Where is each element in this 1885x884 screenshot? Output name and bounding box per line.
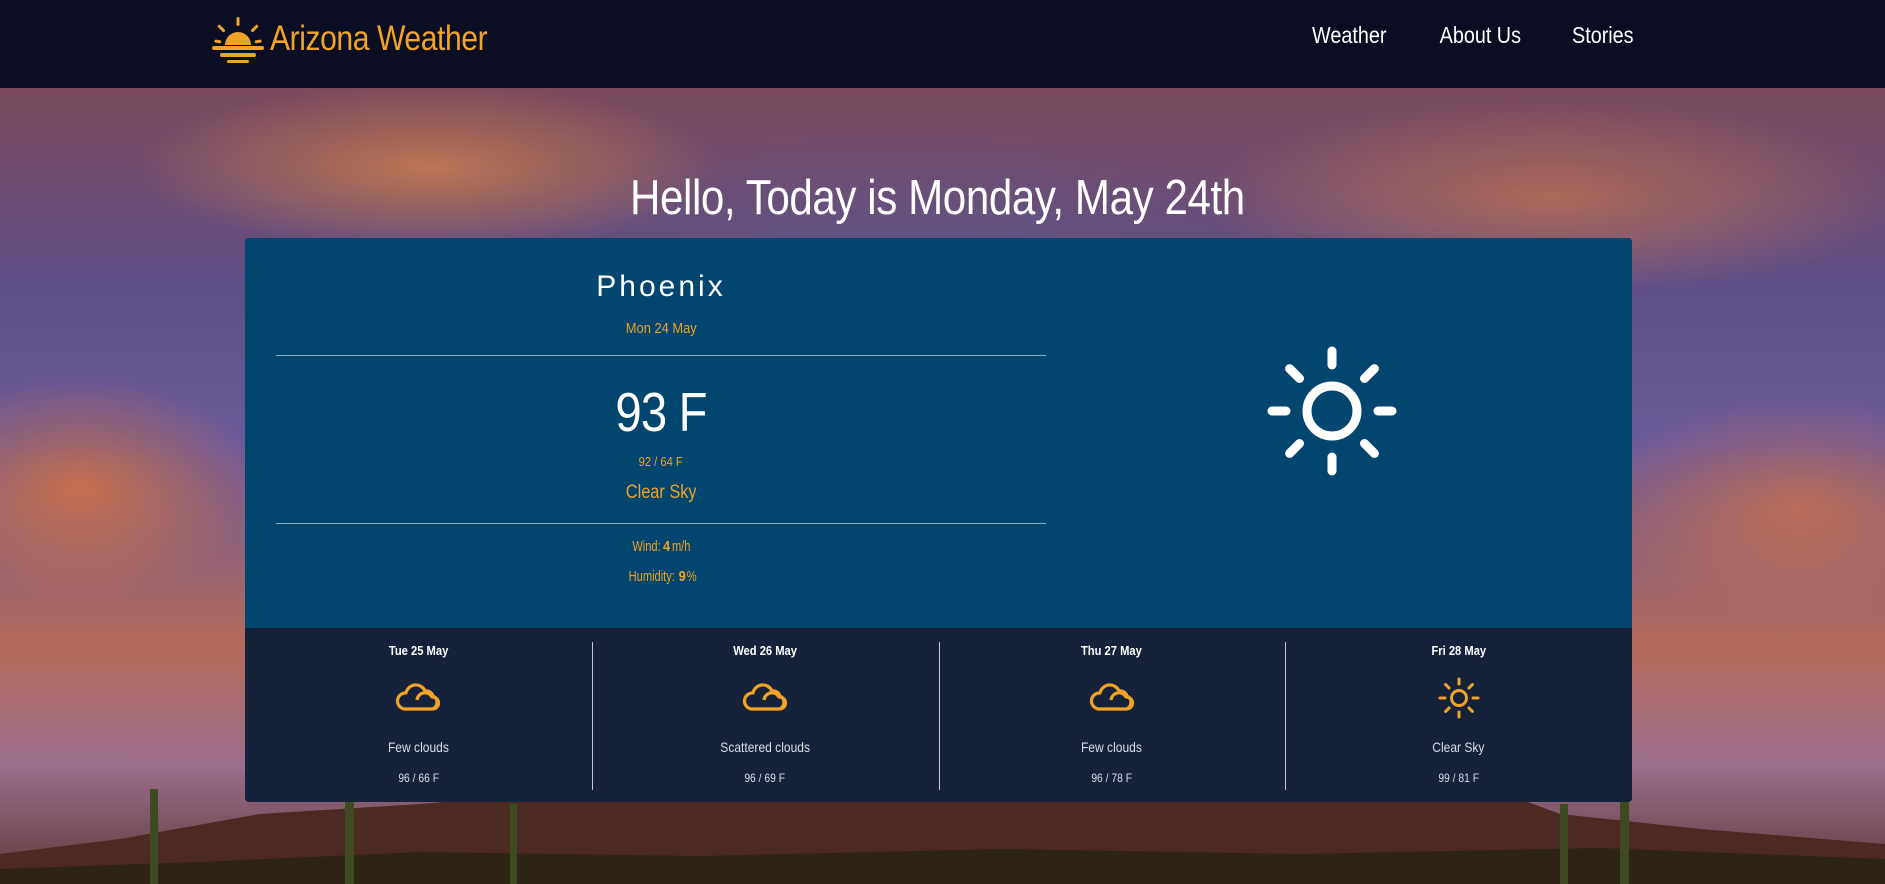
humidity-info: Humidity: 9 % bbox=[276, 568, 1046, 585]
forecast-day: Thu 27 May Few clouds 96 / 78 F bbox=[938, 628, 1286, 802]
current-weather-panel: Phoenix Mon 24 May 93 F 92 / 64 F Clear … bbox=[245, 238, 1632, 628]
navbar: Arizona Weather Weather About Us Stories bbox=[0, 0, 1885, 88]
nav-menu: Weather About Us Stories bbox=[1306, 22, 1639, 49]
brand-link[interactable]: Arizona Weather bbox=[212, 14, 523, 64]
nav-link-about-us[interactable]: About Us bbox=[1439, 22, 1520, 49]
forecast-temperature-range: 96 / 66 F bbox=[398, 771, 439, 785]
temperature-range: 92 / 64 F bbox=[638, 454, 684, 469]
humidity-value: 9 bbox=[678, 568, 686, 585]
forecast-day: Tue 25 May Few clouds 96 / 66 F bbox=[245, 628, 592, 802]
brand-name: Arizona Weather bbox=[270, 19, 488, 58]
cloud-icon bbox=[393, 676, 443, 720]
wind-unit: m/h bbox=[671, 538, 691, 555]
humidity-label: Humidity: bbox=[628, 568, 675, 585]
weather-description: Clear Sky bbox=[625, 482, 697, 503]
wind-info: Wind: 4 m/h bbox=[276, 538, 1046, 555]
cloud-icon bbox=[740, 676, 790, 720]
city-name: Phoenix bbox=[596, 270, 726, 303]
nav-link-stories[interactable]: Stories bbox=[1572, 22, 1634, 49]
wind-value: 4 bbox=[663, 538, 671, 555]
forecast-description: Few clouds bbox=[387, 739, 449, 755]
divider bbox=[276, 355, 1046, 356]
forecast-description: Few clouds bbox=[1081, 739, 1143, 755]
forecast-date: Thu 27 May bbox=[1081, 643, 1143, 658]
forecast-description: Scattered clouds bbox=[720, 739, 810, 755]
forecast-temperature-range: 96 / 69 F bbox=[744, 771, 786, 785]
forecast-day: Wed 26 May Scattered clouds 96 / 69 F bbox=[591, 628, 939, 802]
weather-card: Phoenix Mon 24 May 93 F 92 / 64 F Clear … bbox=[245, 238, 1632, 802]
forecast-day: Fri 28 May Clear Sky 99 / 81 F bbox=[1285, 628, 1632, 802]
current-date: Mon 24 May bbox=[625, 320, 697, 337]
sunrise-icon bbox=[212, 17, 264, 63]
forecast-temperature-range: 99 / 81 F bbox=[1438, 771, 1479, 785]
forecast-date: Wed 26 May bbox=[733, 643, 798, 658]
current-temperature: 93 F bbox=[615, 381, 707, 443]
sun-icon bbox=[1434, 676, 1484, 720]
sun-icon bbox=[1267, 346, 1397, 476]
divider bbox=[276, 523, 1046, 524]
forecast-temperature-range: 96 / 78 F bbox=[1091, 771, 1133, 785]
forecast-strip: Tue 25 May Few clouds 96 / 66 F Wed 26 M… bbox=[245, 628, 1632, 802]
cloud-icon bbox=[1087, 676, 1137, 720]
current-weather-info: Phoenix Mon 24 May 93 F 92 / 64 F Clear … bbox=[276, 238, 1046, 628]
greeting-heading: Hello, Today is Monday, May 24th bbox=[630, 171, 1245, 225]
nav-link-weather[interactable]: Weather bbox=[1312, 22, 1386, 49]
forecast-date: Fri 28 May bbox=[1431, 643, 1486, 658]
forecast-description: Clear Sky bbox=[1432, 739, 1485, 755]
wind-label: Wind: bbox=[632, 538, 661, 555]
humidity-unit: % bbox=[686, 568, 697, 585]
forecast-date: Tue 25 May bbox=[388, 643, 449, 658]
